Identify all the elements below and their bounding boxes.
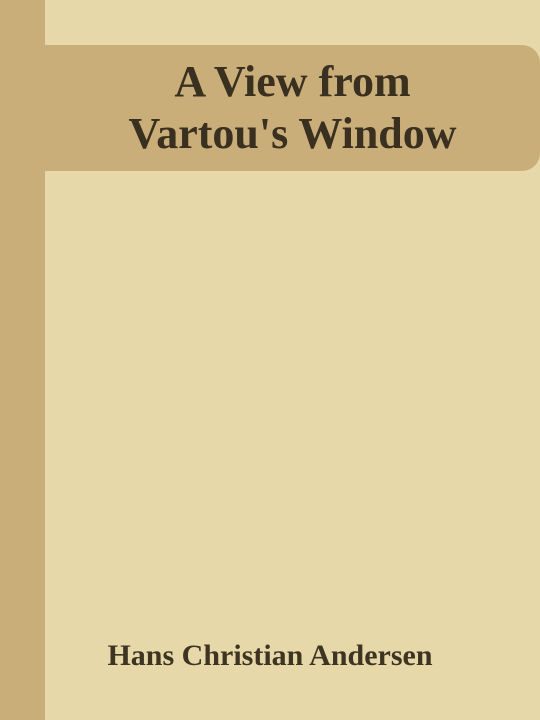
book-title-line-2: Vartou's Window [128, 109, 457, 158]
cover-spine [0, 0, 45, 720]
book-title-line-1: A View from [174, 57, 411, 106]
book-cover: A View from Vartou's Window Hans Christi… [0, 0, 540, 720]
title-band: A View from Vartou's Window [45, 45, 540, 171]
book-author: Hans Christian Andersen [107, 639, 433, 672]
